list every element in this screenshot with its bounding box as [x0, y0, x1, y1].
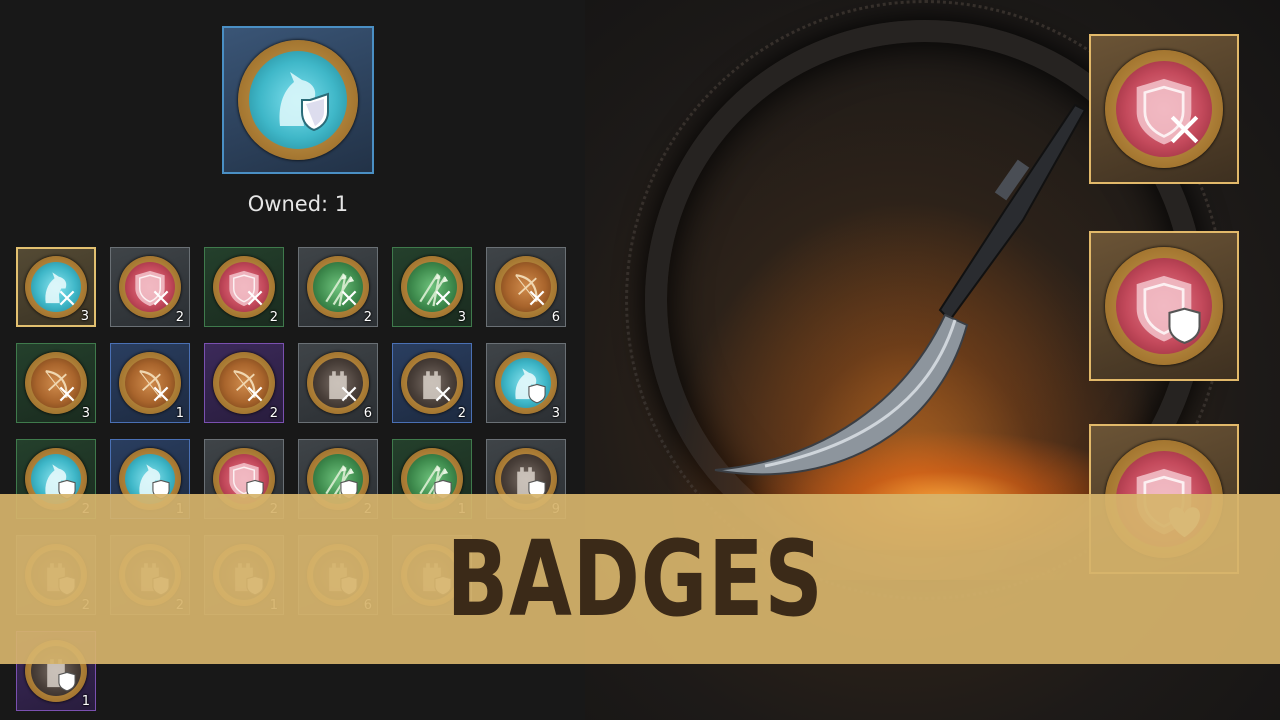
tower-swords-icon — [313, 358, 363, 408]
shield-swords-icon — [125, 262, 175, 312]
badge-coin — [307, 256, 369, 318]
badge-slot[interactable]: 2 — [204, 343, 284, 423]
badge-coin — [1105, 247, 1223, 365]
badge-slot[interactable]: 3 — [16, 343, 96, 423]
badge-coin — [25, 256, 87, 318]
badge-coin — [25, 352, 87, 414]
badge-coin — [401, 352, 463, 414]
spears-swords-icon — [313, 262, 363, 312]
badge-coin — [213, 256, 275, 318]
badge-coin — [119, 352, 181, 414]
tower-swords-icon — [407, 358, 457, 408]
badge-coin — [1105, 50, 1223, 168]
bow-swords-icon — [219, 358, 269, 408]
bow-swords-icon — [125, 358, 175, 408]
badge-count: 2 — [269, 406, 278, 421]
scythe-icon — [714, 103, 1087, 476]
badge-count: 6 — [363, 406, 372, 421]
badge-coin — [495, 256, 557, 318]
horse-swords-icon — [31, 262, 81, 312]
shield-swords-icon — [1116, 61, 1212, 157]
title-banner: BADGES — [0, 494, 1280, 664]
equipped-badge-slot[interactable] — [1089, 231, 1239, 381]
banner-title: BADGES — [446, 518, 824, 640]
badge-slot[interactable]: 2 — [110, 247, 190, 327]
badge-count: 3 — [457, 310, 466, 325]
spears-swords-icon — [407, 262, 457, 312]
badge-count: 2 — [269, 310, 278, 325]
badge-coin — [119, 256, 181, 318]
badge-count: 2 — [457, 406, 466, 421]
badge-count: 2 — [363, 310, 372, 325]
badge-count: 1 — [175, 406, 184, 421]
horse-shield-icon — [279, 72, 329, 132]
badge-face — [249, 51, 347, 149]
badge-coin — [401, 256, 463, 318]
badge-count: 3 — [551, 406, 560, 421]
badge-count: 1 — [81, 694, 90, 709]
badge-slot[interactable]: 2 — [204, 247, 284, 327]
badge-slot[interactable]: 6 — [486, 247, 566, 327]
badge-count: 6 — [551, 310, 560, 325]
badge-slot[interactable]: 3 — [392, 247, 472, 327]
badge-coin — [213, 352, 275, 414]
bow-swords-icon — [501, 262, 551, 312]
badge-slot[interactable]: 1 — [110, 343, 190, 423]
badge-slot[interactable]: 2 — [298, 247, 378, 327]
badge-count: 3 — [80, 309, 89, 324]
badge-count: 3 — [81, 406, 90, 421]
badge-coin — [495, 352, 557, 414]
horse-shield-icon — [501, 358, 551, 408]
badge-slot[interactable]: 3 — [16, 247, 96, 327]
badge-slot[interactable]: 3 — [486, 343, 566, 423]
featured-badge-slot[interactable] — [222, 26, 374, 174]
screen: Owned: 1 32223631262321221922161 BADGES — [0, 0, 1280, 720]
badge-coin — [307, 352, 369, 414]
shield-swords-icon — [219, 262, 269, 312]
badge-coin — [238, 40, 358, 160]
badge-slot[interactable]: 2 — [392, 343, 472, 423]
bow-swords-icon — [31, 358, 81, 408]
owned-count-label: Owned: 1 — [247, 192, 349, 216]
shield-shield-icon — [1116, 258, 1212, 354]
equipped-badge-slot[interactable] — [1089, 34, 1239, 184]
badge-slot[interactable]: 6 — [298, 343, 378, 423]
badge-count: 2 — [175, 310, 184, 325]
